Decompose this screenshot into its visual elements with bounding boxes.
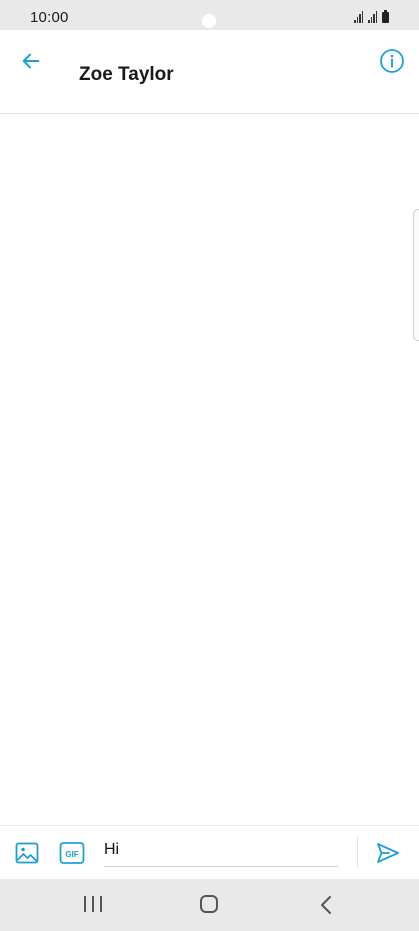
- battery-icon: [382, 10, 389, 23]
- recents-icon[interactable]: [84, 896, 102, 914]
- status-icons: [354, 10, 389, 23]
- info-icon: [380, 49, 404, 73]
- home-icon[interactable]: [200, 895, 218, 913]
- signal-icon: [368, 11, 377, 23]
- contact-name: Zoe Taylor: [79, 64, 174, 85]
- message-input[interactable]: [104, 834, 338, 867]
- status-bar: 10:00: [0, 0, 419, 30]
- conversation-header: Zoe Taylor: [0, 30, 419, 114]
- message-composer: GIF: [0, 825, 419, 880]
- info-button[interactable]: [377, 46, 407, 76]
- status-time: 10:00: [30, 9, 69, 26]
- phone-screen: 10:00 Zoe Taylor GIF Hi: [0, 0, 419, 931]
- image-icon[interactable]: [14, 840, 40, 866]
- navigation-bar: [0, 879, 419, 931]
- back-button[interactable]: [16, 46, 46, 76]
- conversation-screen: Zoe Taylor GIF: [0, 30, 419, 880]
- signal-icon: [354, 11, 363, 23]
- scroll-handle[interactable]: [413, 209, 419, 341]
- message-list[interactable]: [0, 114, 419, 825]
- gif-label: GIF: [65, 850, 78, 859]
- composer-divider: [357, 836, 358, 868]
- back-chevron-icon[interactable]: [318, 895, 336, 915]
- front-camera: [202, 14, 216, 28]
- arrow-left-icon: [22, 53, 40, 69]
- send-icon[interactable]: [375, 840, 401, 866]
- gif-icon[interactable]: GIF: [59, 841, 85, 865]
